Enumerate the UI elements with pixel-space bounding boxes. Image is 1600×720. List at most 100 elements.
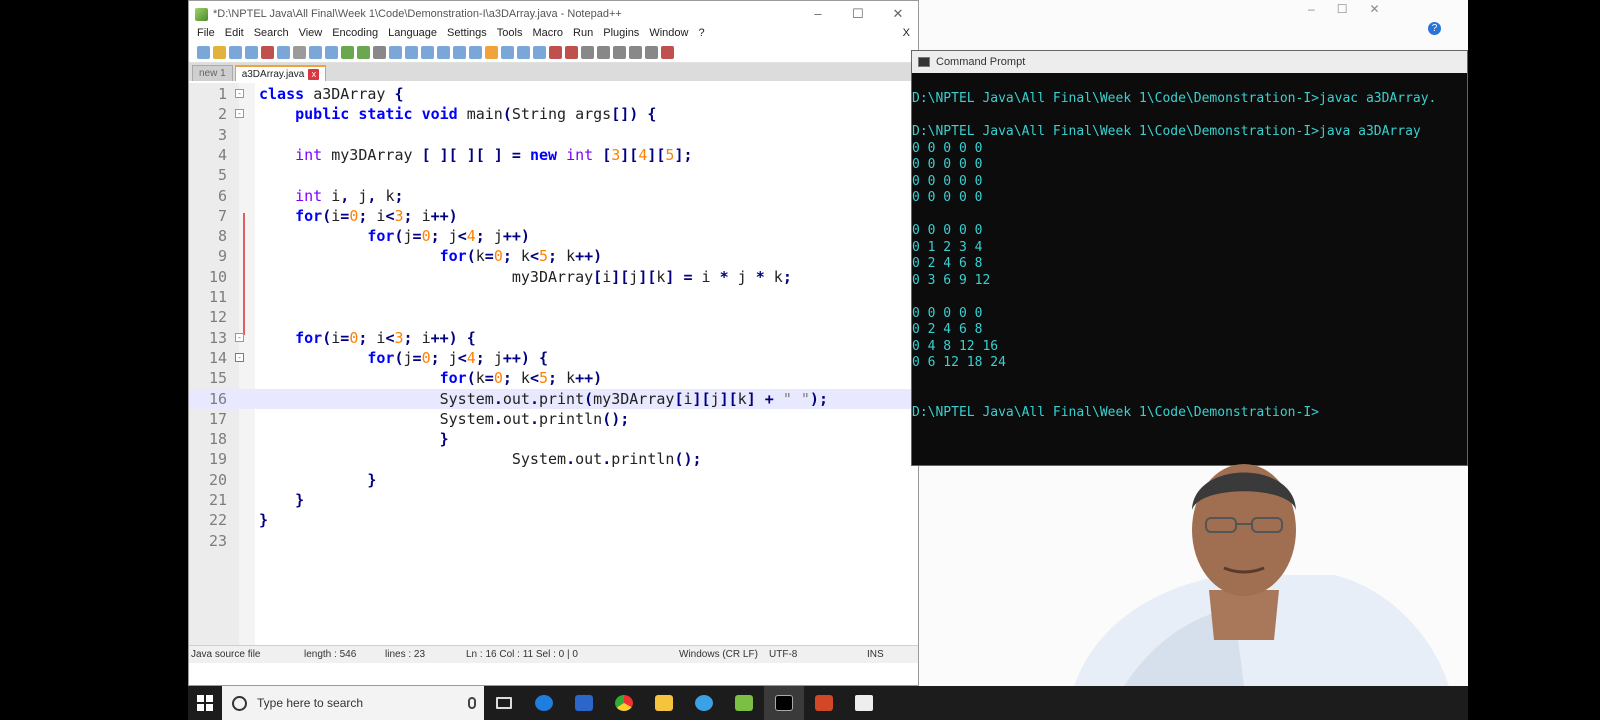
- code-line[interactable]: 10 my3DArray[i][j][k] = i * j * k;: [189, 267, 918, 287]
- toolbar-button-icon[interactable]: [501, 46, 514, 59]
- menu-run[interactable]: Run: [569, 27, 599, 43]
- code-line[interactable]: 3: [189, 125, 918, 145]
- tab-new-1[interactable]: new 1: [192, 65, 233, 81]
- start-button[interactable]: [188, 686, 222, 720]
- taskbar-search-box[interactable]: Type here to search: [222, 686, 484, 720]
- outer-minimize-button[interactable]: –: [1308, 2, 1315, 16]
- desktop: *D:\NPTEL Java\All Final\Week 1\Code\Dem…: [188, 0, 1468, 720]
- menu-macro[interactable]: Macro: [528, 27, 569, 43]
- menu-settings[interactable]: Settings: [443, 27, 493, 43]
- toolbar-button-icon[interactable]: [213, 46, 226, 59]
- code-editor[interactable]: 1- class a3DArray {2- public static void …: [189, 83, 918, 653]
- toolbar-button-icon[interactable]: [325, 46, 338, 59]
- toolbar-button-icon[interactable]: [293, 46, 306, 59]
- code-line[interactable]: 9 for(k=0; k<5; k++): [189, 246, 918, 266]
- menu-help[interactable]: ?: [694, 27, 710, 43]
- toolbar-button-icon[interactable]: [613, 46, 626, 59]
- code-line[interactable]: 5: [189, 165, 918, 185]
- code-line[interactable]: 12: [189, 307, 918, 327]
- code-line[interactable]: 8 for(j=0; j<4; j++): [189, 226, 918, 246]
- toolbar-button-icon[interactable]: [405, 46, 418, 59]
- feedback-icon[interactable]: [844, 686, 884, 720]
- ie-icon[interactable]: [684, 686, 724, 720]
- toolbar-button-icon[interactable]: [261, 46, 274, 59]
- outer-close-button[interactable]: ✕: [1369, 2, 1379, 16]
- cmd-output: D:\NPTEL Java\All Final\Week 1\Code\Demo…: [912, 73, 1467, 421]
- toolbar-button-icon[interactable]: [485, 46, 498, 59]
- menu-plugins[interactable]: Plugins: [599, 27, 645, 43]
- close-button[interactable]: ✕: [878, 6, 918, 22]
- toolbar-button-icon[interactable]: [245, 46, 258, 59]
- menu-encoding[interactable]: Encoding: [328, 27, 384, 43]
- document-close-button[interactable]: X: [899, 27, 918, 43]
- file-explorer-icon[interactable]: [644, 686, 684, 720]
- toolbar-button-icon[interactable]: [421, 46, 434, 59]
- code-line[interactable]: 15 for(k=0; k<5; k++): [189, 368, 918, 388]
- toolbar-button-icon[interactable]: [645, 46, 658, 59]
- minimize-button[interactable]: –: [798, 6, 838, 22]
- cmd-icon[interactable]: [764, 686, 804, 720]
- toolbar-button-icon[interactable]: [357, 46, 370, 59]
- tab-a3darray-java[interactable]: a3DArray.java x: [234, 65, 327, 81]
- toolbar-button-icon[interactable]: [597, 46, 610, 59]
- code-line[interactable]: 4 int my3DArray [ ][ ][ ] = new int [3][…: [189, 145, 918, 165]
- powerpoint-icon[interactable]: [804, 686, 844, 720]
- fold-toggle-icon[interactable]: -: [235, 109, 244, 119]
- edge-icon[interactable]: [524, 686, 564, 720]
- fold-toggle-icon[interactable]: -: [235, 332, 244, 342]
- toolbar-button-icon[interactable]: [373, 46, 386, 59]
- chrome-icon[interactable]: [604, 686, 644, 720]
- code-line[interactable]: 22}: [189, 510, 918, 530]
- code-line[interactable]: 11: [189, 287, 918, 307]
- toolbar-button-icon[interactable]: [229, 46, 242, 59]
- outer-maximize-button[interactable]: ☐: [1337, 2, 1348, 16]
- code-line[interactable]: 17 System.out.println();: [189, 409, 918, 429]
- code-line[interactable]: 2- public static void main(String args[]…: [189, 104, 918, 124]
- toolbar-button-icon[interactable]: [549, 46, 562, 59]
- maximize-button[interactable]: ☐: [838, 6, 878, 22]
- task-view-icon[interactable]: [484, 686, 524, 720]
- fold-toggle-icon[interactable]: -: [235, 89, 244, 98]
- notepadpp-icon[interactable]: [724, 686, 764, 720]
- code-line[interactable]: 20 }: [189, 470, 918, 490]
- menu-tools[interactable]: Tools: [493, 27, 529, 43]
- code-line[interactable]: 13- for(i=0; i<3; i++) {: [189, 328, 918, 348]
- menu-edit[interactable]: Edit: [221, 27, 250, 43]
- menu-language[interactable]: Language: [384, 27, 443, 43]
- tab-close-icon[interactable]: x: [308, 68, 320, 80]
- taskbar: Type here to search: [188, 686, 1468, 720]
- command-prompt-window[interactable]: Command Prompt D:\NPTEL Java\All Final\W…: [911, 50, 1468, 466]
- toolbar-button-icon[interactable]: [309, 46, 322, 59]
- code-line[interactable]: 1- class a3DArray {: [189, 84, 918, 104]
- toolbar-button-icon[interactable]: [341, 46, 354, 59]
- help-icon[interactable]: ?: [1428, 22, 1441, 35]
- code-line[interactable]: 18 }: [189, 429, 918, 449]
- code-line[interactable]: 21 }: [189, 490, 918, 510]
- menu-view[interactable]: View: [295, 27, 329, 43]
- menu-search[interactable]: Search: [250, 27, 295, 43]
- fold-toggle-icon[interactable]: -: [235, 352, 244, 362]
- menu-window[interactable]: Window: [645, 27, 694, 43]
- presenter-video: [1074, 464, 1449, 686]
- toolbar-button-icon[interactable]: [197, 46, 210, 59]
- menu-file[interactable]: File: [193, 27, 221, 43]
- toolbar-button-icon[interactable]: [517, 46, 530, 59]
- toolbar-button-icon[interactable]: [533, 46, 546, 59]
- store-icon[interactable]: [564, 686, 604, 720]
- toolbar-button-icon[interactable]: [629, 46, 642, 59]
- microphone-icon[interactable]: [468, 697, 476, 709]
- toolbar-button-icon[interactable]: [437, 46, 450, 59]
- toolbar-button-icon[interactable]: [389, 46, 402, 59]
- code-line[interactable]: 16 System.out.print(my3DArray[i][j][k] +…: [189, 388, 918, 409]
- code-line[interactable]: 14- for(j=0; j<4; j++) {: [189, 348, 918, 368]
- toolbar-button-icon[interactable]: [565, 46, 578, 59]
- toolbar-button-icon[interactable]: [277, 46, 290, 59]
- toolbar-button-icon[interactable]: [661, 46, 674, 59]
- code-line[interactable]: 23: [189, 531, 918, 551]
- code-line[interactable]: 7 for(i=0; i<3; i++): [189, 206, 918, 226]
- toolbar-button-icon[interactable]: [453, 46, 466, 59]
- code-line[interactable]: 19 System.out.println();: [189, 449, 918, 469]
- toolbar-button-icon[interactable]: [581, 46, 594, 59]
- toolbar-button-icon[interactable]: [469, 46, 482, 59]
- code-line[interactable]: 6 int i, j, k;: [189, 186, 918, 206]
